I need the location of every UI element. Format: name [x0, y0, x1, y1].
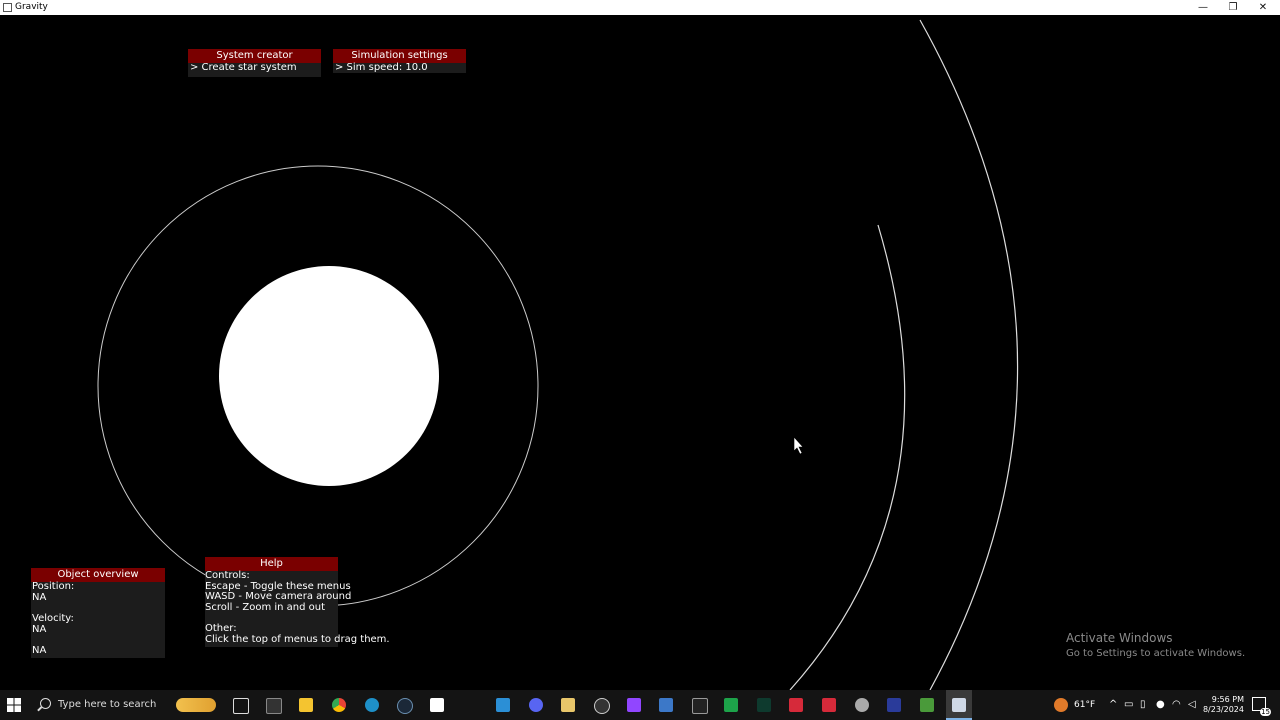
- speaker-icon[interactable]: ◁: [1188, 690, 1196, 720]
- search-icon: [40, 698, 51, 709]
- mouse-cursor-icon: [793, 436, 804, 455]
- wifi-icon[interactable]: ◠: [1172, 690, 1181, 720]
- game-icon[interactable]: [789, 698, 803, 712]
- textedit-icon[interactable]: [724, 698, 738, 712]
- clock-time: 9:56 PM: [1211, 695, 1244, 704]
- edge-icon[interactable]: [365, 698, 379, 712]
- orbit-path-middle: [789, 224, 906, 690]
- simulation-settings-menu: Simulation settings > Sim speed: 10.0: [333, 49, 466, 73]
- audio-icon[interactable]: [757, 698, 771, 712]
- weather-icon[interactable]: [1054, 698, 1068, 712]
- close-button[interactable]: ✕: [1248, 0, 1278, 15]
- folder-icon[interactable]: [561, 698, 575, 712]
- app-icon[interactable]: [659, 698, 673, 712]
- weather-temp[interactable]: 61°F: [1074, 690, 1095, 720]
- object-overview-header[interactable]: Object overview: [31, 568, 165, 582]
- taskbar-search[interactable]: Type here to search: [32, 690, 170, 720]
- window-title: Gravity: [15, 2, 48, 12]
- battery-icon[interactable]: ▯: [1140, 690, 1146, 720]
- position-label: Position:: [32, 581, 75, 592]
- settings-icon[interactable]: [855, 698, 869, 712]
- minimize-button[interactable]: —: [1188, 0, 1218, 15]
- app-icon: [3, 3, 12, 12]
- vscode-icon[interactable]: [496, 698, 510, 712]
- star-body: [219, 266, 439, 486]
- windows-start-icon[interactable]: [6, 697, 22, 713]
- velocity-value: NA: [32, 623, 47, 635]
- gravity-app-icon: [952, 698, 966, 712]
- twitch-icon[interactable]: [627, 698, 641, 712]
- activate-windows-title: Activate Windows: [1066, 631, 1173, 645]
- help-line: Controls:: [205, 570, 250, 581]
- help-menu: Help Controls: Escape - Toggle these men…: [205, 557, 390, 647]
- notepad-icon[interactable]: [430, 698, 444, 712]
- task-view-icon[interactable]: [233, 698, 249, 714]
- chevron-up-icon[interactable]: ^: [1109, 690, 1117, 720]
- game-icon-2[interactable]: [822, 698, 836, 712]
- extra-value: NA: [32, 645, 47, 657]
- orbit-path-outer: [919, 19, 1019, 690]
- unity-icon[interactable]: [692, 698, 708, 714]
- title-bar[interactable]: Gravity — ❐ ✕: [0, 0, 1280, 15]
- steam-icon[interactable]: [397, 698, 413, 714]
- position-value: NA: [32, 591, 47, 603]
- discord-icon[interactable]: [529, 698, 543, 712]
- mic-icon[interactable]: ●: [1156, 690, 1165, 720]
- minecraft-icon[interactable]: [920, 698, 934, 712]
- activate-windows-watermark: Activate Windows Go to Settings to activ…: [1066, 631, 1245, 659]
- gravity-taskbar-button[interactable]: [946, 690, 972, 720]
- clock-date: 8/23/2024: [1202, 705, 1244, 714]
- simulation-canvas[interactable]: [0, 15, 1280, 690]
- network-icon[interactable]: ▭: [1124, 690, 1133, 720]
- obs-icon[interactable]: [594, 698, 610, 714]
- velocity-label: Velocity:: [32, 613, 74, 625]
- help-line: Other:: [205, 622, 237, 634]
- system-creator-menu: System creator > Create star system: [188, 49, 321, 77]
- banana-widget-icon[interactable]: [176, 698, 216, 712]
- chrome-icon[interactable]: [332, 698, 346, 712]
- file-explorer-icon[interactable]: [299, 698, 313, 712]
- simulation-settings-header[interactable]: Simulation settings: [333, 49, 466, 63]
- help-line: Click the top of menus to drag them.: [205, 633, 390, 645]
- search-placeholder: Type here to search: [58, 699, 157, 710]
- taskbar: Type here to search 61°F ^ ▭ ▯ ● ◠ ◁ 9:5…: [0, 690, 1280, 720]
- activate-windows-subtitle: Go to Settings to activate Windows.: [1066, 648, 1246, 659]
- notification-icon[interactable]: 15: [1252, 697, 1271, 716]
- terminal-icon[interactable]: [266, 698, 282, 714]
- restore-button[interactable]: ❐: [1218, 0, 1248, 15]
- help-header[interactable]: Help: [205, 557, 338, 571]
- object-overview-menu: Object overview Position: NA Velocity: N…: [31, 568, 165, 658]
- create-star-system-option[interactable]: > Create star system: [190, 62, 319, 74]
- system-creator-header[interactable]: System creator: [188, 49, 321, 63]
- notification-count: 15: [1260, 708, 1271, 716]
- jetbrains-icon[interactable]: [887, 698, 901, 712]
- taskbar-clock[interactable]: 9:56 PM 8/23/2024: [1202, 695, 1244, 715]
- sim-speed-option[interactable]: > Sim speed: 10.0: [335, 62, 464, 74]
- help-line: Scroll - Zoom in and out: [205, 601, 326, 613]
